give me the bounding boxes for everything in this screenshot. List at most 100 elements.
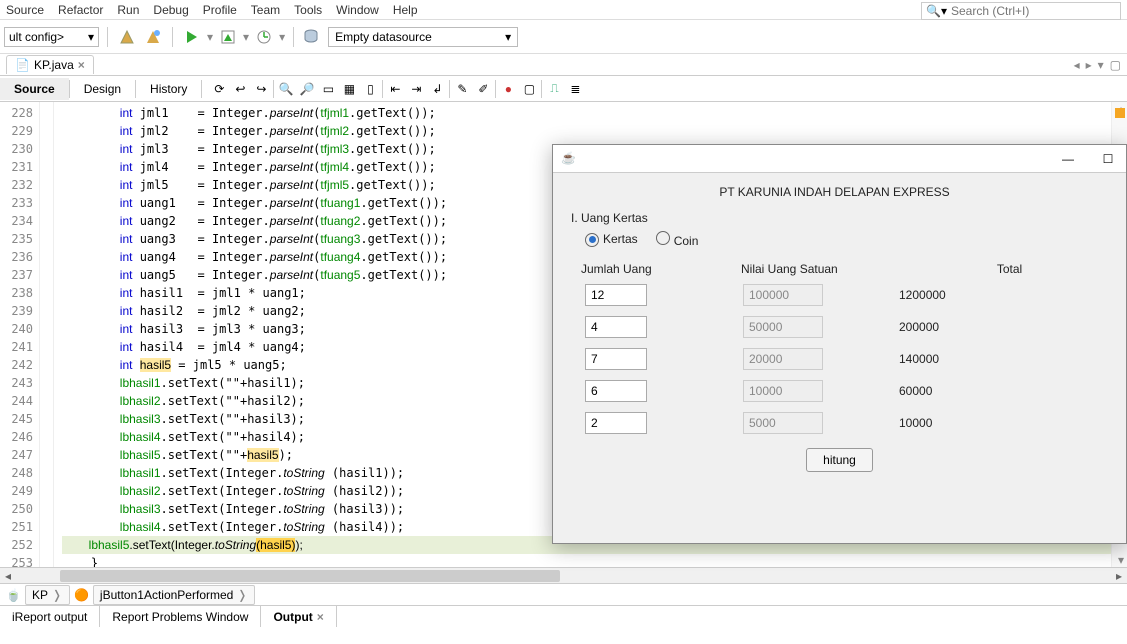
datasource-combo[interactable]: Empty datasource▾ [328,27,518,47]
debug-icon[interactable] [217,26,239,48]
app-title-label: PT KARUNIA INDAH DELAPAN EXPRESS [561,185,1108,199]
wrap-icon[interactable]: ↲ [428,80,446,98]
tab-controls: ◂ ▸ ▾ ▢ [1074,58,1121,72]
scroll-thumb[interactable] [60,570,560,582]
stop-icon[interactable]: ▢ [520,80,538,98]
run-icon[interactable] [181,26,203,48]
minimize-icon[interactable]: — [1054,152,1082,166]
nilai-input-2 [743,348,823,370]
hitung-button[interactable]: hitung [806,448,873,472]
col-hdr-total: Total [911,262,1108,276]
find-prev-icon[interactable]: 🔎 [298,80,316,98]
section-label: I. Uang Kertas [571,211,1108,225]
editor-toolbar: ⟳ ↩ ↪ 🔍 🔎 ▭ ▦ ▯ ⇤ ⇥ ↲ ✎ ✐ ● ▢ ⎍ ≣ [210,80,584,98]
chevron-down-icon[interactable]: ▾ [1118,553,1124,567]
menu-window[interactable]: Window [336,3,379,17]
data-row: 10000 [571,412,1108,434]
back-icon[interactable]: ↩ [231,80,249,98]
fwd-icon[interactable]: ↪ [252,80,270,98]
select-icon[interactable]: ▯ [361,80,379,98]
build-icon[interactable] [116,26,138,48]
tab-problems[interactable]: Report Problems Window [100,606,261,627]
method-icon: 🟠 [74,588,89,602]
search-input[interactable] [951,4,1116,18]
data-row: 1200000 [571,284,1108,306]
class-icon: 🍵 [6,588,21,602]
menu-debug[interactable]: Debug [153,3,188,17]
view-tabs: Source Design History ⟳ ↩ ↪ 🔍 🔎 ▭ ▦ ▯ ⇤ … [0,76,1127,102]
bars-icon[interactable]: ≣ [566,80,584,98]
find-sel-icon[interactable]: 🔍 [277,80,295,98]
jumlah-input-4[interactable] [585,412,647,434]
tab-menu-icon[interactable]: ▾ [1098,58,1104,72]
maximize-icon[interactable]: ▢ [1110,58,1121,72]
scroll-right-icon[interactable]: ▸ [1111,568,1127,584]
main-toolbar: ult config>▾ ▾ ▾ ▾ Empty datasource▾ [0,20,1127,54]
data-row: 60000 [571,380,1108,402]
datasource-icon[interactable] [302,26,324,48]
tab-output[interactable]: Output× [261,606,336,627]
toggle-icon[interactable]: ▦ [340,80,358,98]
refresh-icon[interactable]: ⟳ [210,80,228,98]
menu-help[interactable]: Help [393,3,418,17]
jumlah-input-2[interactable] [585,348,647,370]
chart-icon[interactable]: ⎍ [545,80,563,98]
shift-right-icon[interactable]: ⇥ [407,80,425,98]
radio-coin[interactable]: Coin [656,231,699,248]
tab-history[interactable]: History [136,78,201,100]
radio-kertas[interactable]: Kertas [585,232,638,247]
maximize-win-icon[interactable]: ☐ [1094,152,1122,166]
editor-tabs: 📄 KP.java × ◂ ▸ ▾ ▢ [0,54,1127,76]
nilai-input-1 [743,316,823,338]
nilai-input-0 [743,284,823,306]
tab-source[interactable]: Source [0,78,69,100]
menu-source[interactable]: Source [6,3,44,17]
config-combo[interactable]: ult config>▾ [4,27,99,47]
tab-design[interactable]: Design [70,78,135,100]
close-icon[interactable]: × [317,610,324,624]
app-titlebar[interactable]: ☕ — ☐ [553,145,1126,173]
total-label-1: 200000 [899,320,939,334]
menu-refactor[interactable]: Refactor [58,3,103,17]
running-app-window: ☕ — ☐ PT KARUNIA INDAH DELAPAN EXPRESS I… [552,144,1127,544]
comment-icon[interactable]: ✎ [453,80,471,98]
line-gutter: 228 229 230 231 232 233 234 235 236 237 … [0,102,40,567]
menu-tools[interactable]: Tools [294,3,322,17]
tab-prev-icon[interactable]: ◂ [1074,58,1080,72]
search-icon: 🔍▾ [926,4,947,18]
highlight-icon[interactable]: ▭ [319,80,337,98]
clean-build-icon[interactable] [142,26,164,48]
tab-ireport[interactable]: iReport output [0,606,100,627]
close-tab-icon[interactable]: × [78,58,85,72]
java-icon: ☕ [561,151,577,167]
file-tab-kp[interactable]: 📄 KP.java × [6,55,94,74]
total-label-0: 1200000 [899,288,946,302]
data-row: 140000 [571,348,1108,370]
jumlah-input-3[interactable] [585,380,647,402]
search-box[interactable]: 🔍▾ [921,2,1121,20]
scroll-left-icon[interactable]: ◂ [0,568,16,584]
profile-icon[interactable] [253,26,275,48]
fold-column [40,102,54,567]
nilai-input-3 [743,380,823,402]
java-file-icon: 📄 [15,58,30,72]
breadcrumb-class[interactable]: KP❭ [25,585,70,605]
jumlah-input-0[interactable] [585,284,647,306]
uncomment-icon[interactable]: ✐ [474,80,492,98]
breadcrumb-method[interactable]: jButton1ActionPerformed❭ [93,585,255,605]
record-icon[interactable]: ● [499,80,517,98]
col-hdr-nilai: Nilai Uang Satuan [741,262,911,276]
bottom-panel-tabs: iReport output Report Problems Window Ou… [0,605,1127,627]
horizontal-scrollbar[interactable]: ◂ ▸ [0,567,1127,583]
menu-team[interactable]: Team [251,3,280,17]
breadcrumb: 🍵 KP❭ 🟠 jButton1ActionPerformed❭ [0,583,1127,605]
jumlah-input-1[interactable] [585,316,647,338]
menu-run[interactable]: Run [117,3,139,17]
data-row: 200000 [571,316,1108,338]
tab-next-icon[interactable]: ▸ [1086,58,1092,72]
warning-marker[interactable] [1115,108,1125,118]
menu-profile[interactable]: Profile [203,3,237,17]
total-label-4: 10000 [899,416,932,430]
shift-left-icon[interactable]: ⇤ [386,80,404,98]
total-label-2: 140000 [899,352,939,366]
